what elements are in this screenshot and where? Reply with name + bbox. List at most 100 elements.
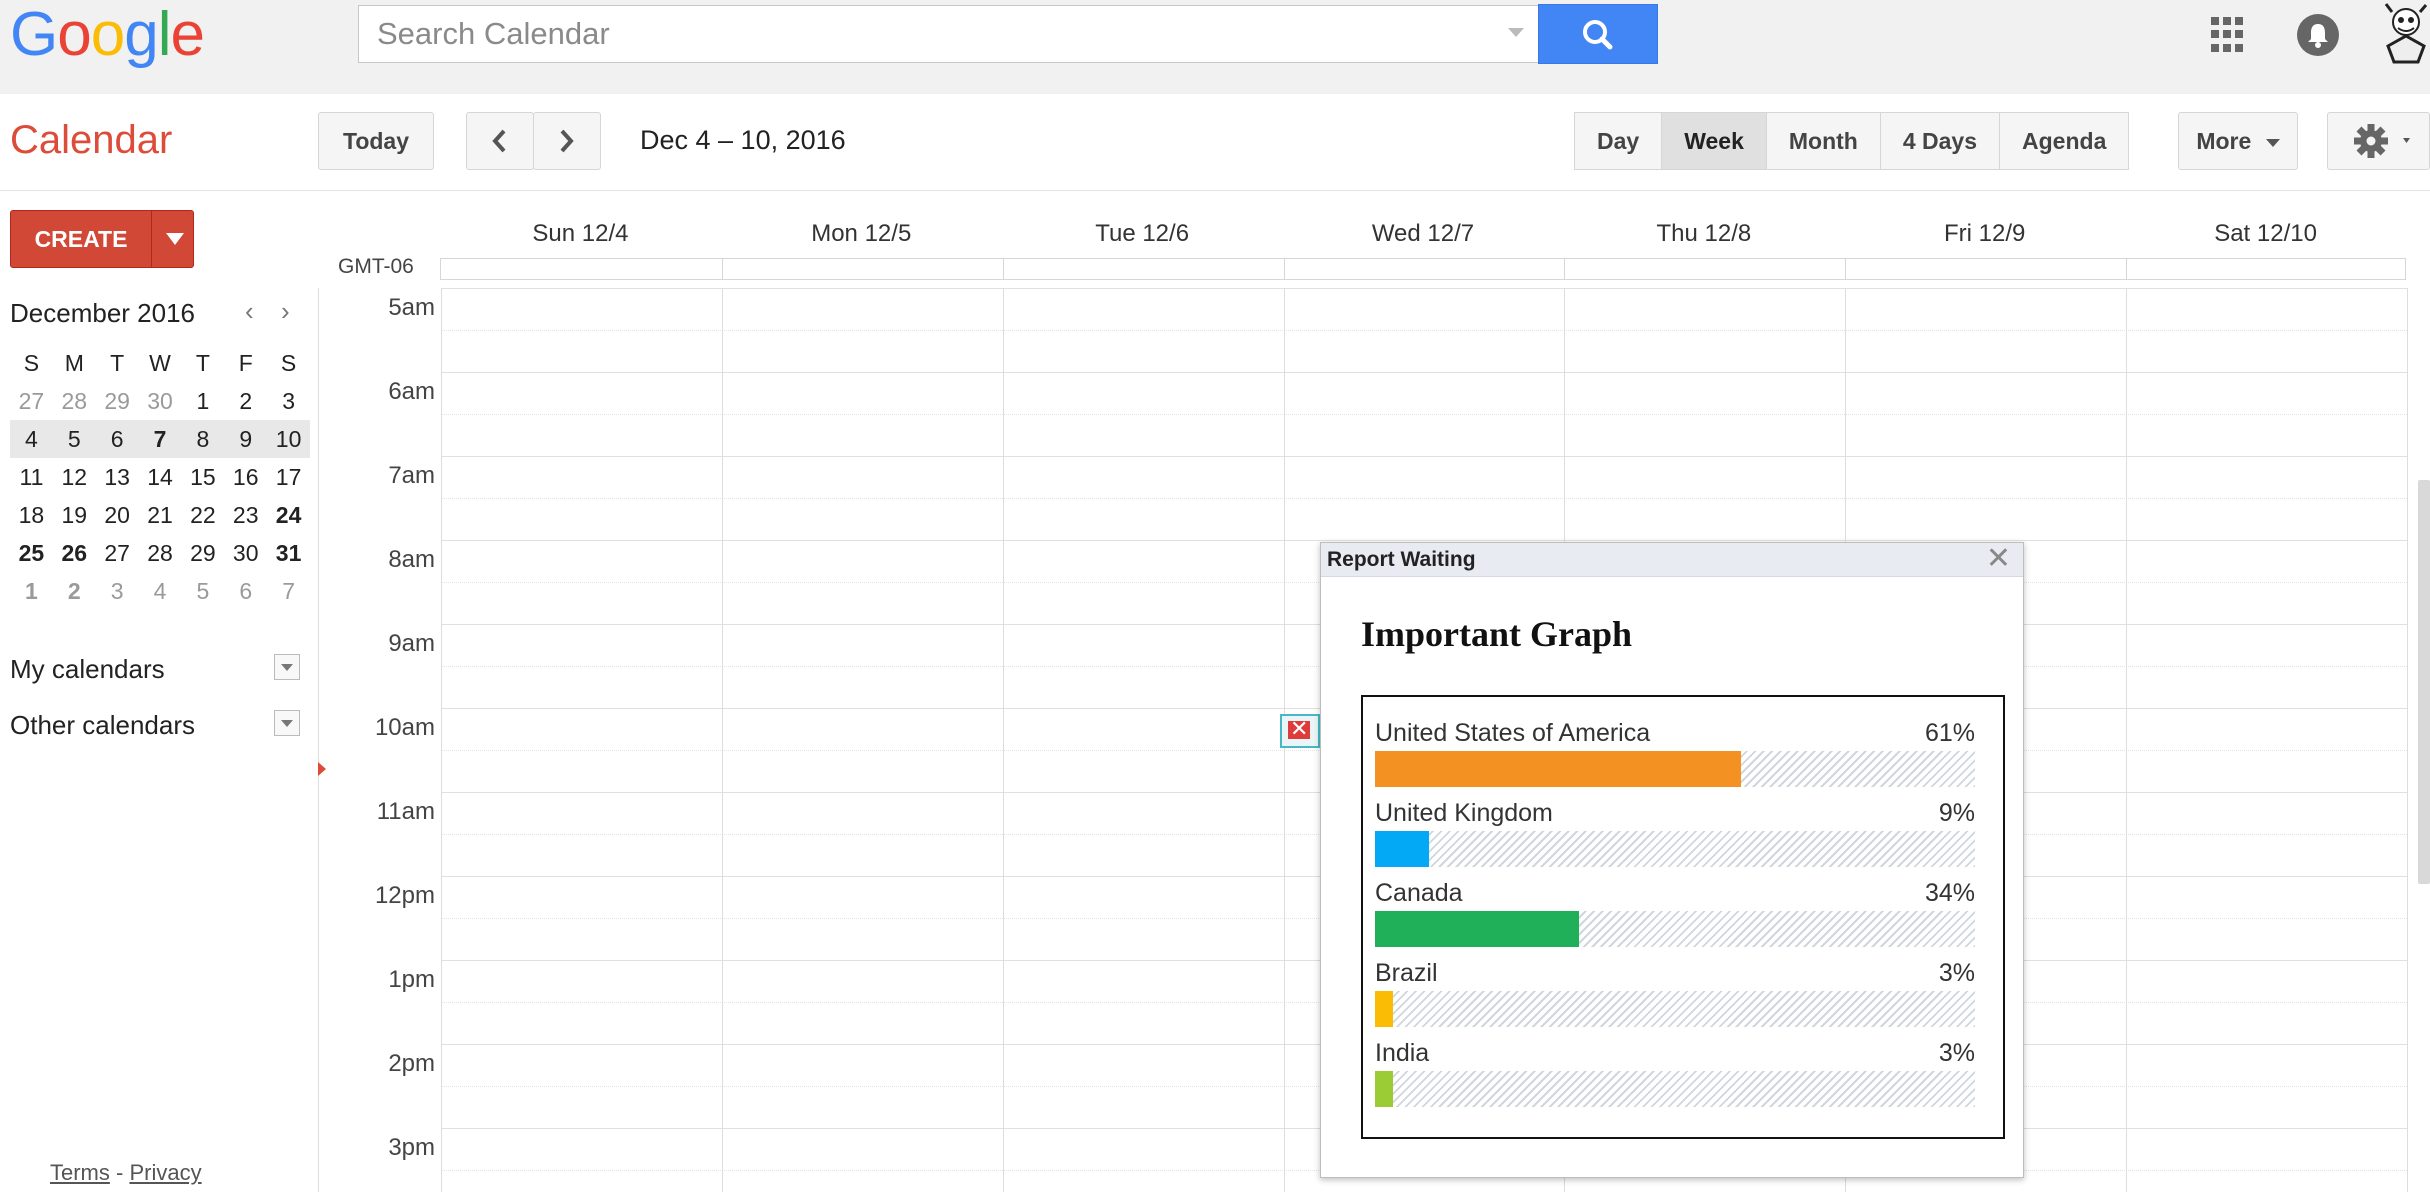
mini-calendar-day[interactable]: 4 [10, 426, 53, 453]
mini-calendar-day[interactable]: 17 [267, 464, 310, 491]
weekday-label: T [195, 349, 210, 376]
all-day-row[interactable] [440, 258, 2406, 280]
close-icon[interactable]: ✕ [1986, 544, 2011, 574]
mini-calendar-day[interactable]: 29 [181, 540, 224, 567]
my-calendars-dropdown-icon[interactable] [274, 654, 300, 680]
broken-image-icon[interactable]: ✕ [1280, 714, 1320, 748]
mini-calendar-day[interactable]: 22 [181, 502, 224, 529]
mini-calendar-next-icon[interactable]: › [281, 296, 290, 327]
weekday-label: W [149, 349, 171, 376]
mini-calendar-day[interactable]: 21 [139, 502, 182, 529]
day-header[interactable]: Tue 12/6 [1002, 220, 1283, 248]
day-header[interactable]: Sat 12/10 [2125, 220, 2406, 248]
weekday-label: S [23, 349, 40, 376]
mini-calendar-day[interactable]: 3 [96, 578, 139, 605]
mini-calendar-day[interactable]: 4 [139, 578, 182, 605]
header-divider [0, 190, 2430, 191]
view-day-button[interactable]: Day [1574, 112, 1663, 170]
mini-calendar-day[interactable]: 1 [10, 578, 53, 605]
logo-letter: o [57, 0, 91, 69]
more-button[interactable]: More [2178, 112, 2298, 170]
today-button[interactable]: Today [318, 112, 434, 170]
settings-button[interactable] [2327, 112, 2430, 170]
mini-calendar-day[interactable]: 30 [139, 388, 182, 415]
bar-row: India 3% [1375, 1039, 1975, 1109]
grid-scrollbar[interactable] [2418, 480, 2430, 884]
other-calendars-dropdown-icon[interactable] [274, 710, 300, 736]
next-period-button[interactable] [533, 112, 601, 170]
day-header[interactable]: Mon 12/5 [721, 220, 1002, 248]
all-day-divider [1564, 259, 1566, 279]
mini-calendar-prev-icon[interactable]: ‹ [245, 296, 254, 327]
mini-calendar-day[interactable]: 19 [53, 502, 96, 529]
mini-calendar-day[interactable]: 24 [267, 502, 310, 529]
previous-period-button[interactable] [466, 112, 534, 170]
privacy-link[interactable]: Privacy [129, 1160, 201, 1185]
mini-calendar-day[interactable]: 10 [267, 426, 310, 453]
view-week-button[interactable]: Week [1661, 112, 1767, 170]
mini-calendar-day[interactable]: 8 [181, 426, 224, 453]
apps-grid-icon[interactable] [2211, 17, 2247, 53]
hour-gridline [441, 540, 2407, 541]
weekday-label: S [280, 349, 297, 376]
search-box [358, 5, 1540, 63]
mini-calendar-day[interactable]: 28 [139, 540, 182, 567]
view-month-button[interactable]: Month [1765, 112, 1881, 170]
view-agenda-button[interactable]: Agenda [1999, 112, 2130, 170]
bar-value-label: 3% [1938, 1039, 1975, 1067]
mini-calendar-day[interactable]: 13 [96, 464, 139, 491]
mini-calendar-day[interactable]: 15 [181, 464, 224, 491]
mini-calendar-day[interactable]: 14 [139, 464, 182, 491]
dropdown-arrow-icon [2402, 138, 2410, 143]
mini-calendar-day[interactable]: 26 [53, 540, 96, 567]
mini-calendar-day[interactable]: 2 [53, 578, 96, 605]
day-header[interactable]: Sun 12/4 [440, 220, 721, 248]
mini-calendar-day[interactable]: 18 [10, 502, 53, 529]
all-day-divider [721, 259, 723, 279]
google-logo[interactable]: Google [10, 0, 205, 69]
mini-calendar-day[interactable]: 5 [181, 578, 224, 605]
view-4-days-button[interactable]: 4 Days [1879, 112, 2001, 170]
bar [1375, 991, 1393, 1027]
mini-calendar-day[interactable]: 3 [267, 388, 310, 415]
mini-calendar-day[interactable]: 29 [96, 388, 139, 415]
mini-calendar-day[interactable]: 23 [224, 502, 267, 529]
notifications-bell-icon[interactable] [2297, 14, 2339, 56]
mini-calendar-day[interactable]: 9 [224, 426, 267, 453]
mini-calendar: S M T W T F S 27 28 29 30 1 2 3 4 5 6 7 8 9 10 11 12 13 14 15 16 17… [10, 344, 310, 610]
mini-calendar-day[interactable]: 11 [10, 464, 53, 491]
day-header[interactable]: Thu 12/8 [1563, 220, 1844, 248]
search-button[interactable] [1538, 4, 1658, 64]
day-header[interactable]: Wed 12/7 [1283, 220, 1564, 248]
popup-header[interactable]: Report Waiting ✕ [1321, 543, 2023, 577]
mini-calendar-day[interactable]: 20 [96, 502, 139, 529]
mini-calendar-day[interactable]: 31 [267, 540, 310, 567]
account-avatar[interactable] [2378, 2, 2430, 64]
current-time-marker [318, 762, 326, 776]
other-calendars-heading[interactable]: Other calendars [10, 710, 195, 741]
mini-calendar-day[interactable]: 28 [53, 388, 96, 415]
mini-calendar-day[interactable]: 12 [53, 464, 96, 491]
mini-calendar-day[interactable]: 2 [224, 388, 267, 415]
mini-calendar-day[interactable]: 7 [267, 578, 310, 605]
my-calendars-heading[interactable]: My calendars [10, 654, 165, 685]
mini-calendar-day[interactable]: 16 [224, 464, 267, 491]
create-dropdown-arrow-icon[interactable] [166, 233, 184, 245]
mini-calendar-day[interactable]: 5 [53, 426, 96, 453]
terms-link[interactable]: Terms [50, 1160, 110, 1185]
bar-track [1375, 911, 1975, 947]
bar-row: Brazil 3% [1375, 959, 1975, 1029]
mini-calendar-day[interactable]: 30 [224, 540, 267, 567]
mini-calendar-day[interactable]: 27 [10, 388, 53, 415]
mini-calendar-day[interactable]: 6 [224, 578, 267, 605]
mini-calendar-day[interactable]: 6 [96, 426, 139, 453]
day-header[interactable]: Fri 12/9 [1844, 220, 2125, 248]
mini-calendar-day[interactable]: 7 [139, 426, 182, 453]
mini-calendar-day[interactable]: 1 [181, 388, 224, 415]
search-options-dropdown-icon[interactable] [1508, 28, 1524, 37]
search-input[interactable] [375, 6, 1475, 62]
mini-calendar-day[interactable]: 25 [10, 540, 53, 567]
create-event-button[interactable]: CREATE [10, 210, 194, 268]
mini-calendar-day[interactable]: 27 [96, 540, 139, 567]
hour-label: 1pm [388, 966, 435, 993]
